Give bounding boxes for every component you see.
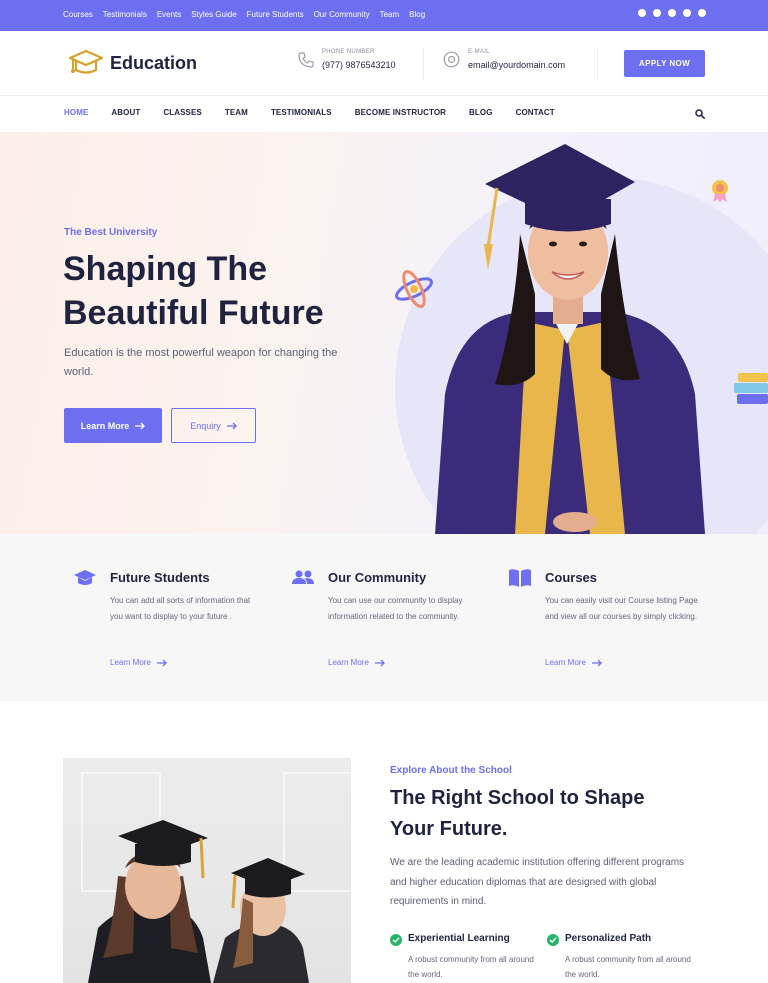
- feature-text: You can easily visit our Course listing …: [545, 596, 698, 621]
- features-section: Future Students You can add all sorts of…: [0, 534, 768, 701]
- search-icon[interactable]: [695, 109, 705, 119]
- about-point-title: Experiential Learning: [408, 933, 510, 944]
- feature-learn-more-link[interactable]: Learn More: [110, 658, 167, 667]
- header-divider: [597, 49, 598, 79]
- phone-icon: [298, 51, 314, 68]
- nav-item-testimonials[interactable]: TESTIMONIALS: [271, 108, 332, 117]
- nav-item-home[interactable]: HOME: [64, 108, 88, 117]
- enquiry-button[interactable]: Enquiry: [171, 408, 256, 443]
- feature-link-label: Learn More: [110, 658, 151, 667]
- top-link-events[interactable]: Events: [157, 10, 181, 19]
- users-icon: [292, 570, 314, 584]
- dribbble-icon[interactable]: [683, 9, 691, 17]
- badge-icon: [712, 180, 728, 203]
- graduation-cap-logo-icon: [68, 49, 104, 74]
- nav-item-team[interactable]: TEAM: [225, 108, 248, 117]
- nav-item-contact[interactable]: CONTACT: [516, 108, 555, 117]
- arrow-right-icon: [226, 422, 237, 429]
- feature-learn-more-link[interactable]: Learn More: [328, 658, 385, 667]
- instagram-icon[interactable]: [668, 9, 676, 17]
- facebook-icon[interactable]: [638, 9, 646, 17]
- nav-item-classes[interactable]: CLASSES: [163, 108, 202, 117]
- top-link-our-community[interactable]: Our Community: [314, 10, 370, 19]
- feature-text: You can use our community to display inf…: [328, 596, 463, 621]
- check-circle-icon: [390, 934, 402, 946]
- nav-item-about[interactable]: ABOUT: [111, 108, 140, 117]
- feature-link-label: Learn More: [328, 658, 369, 667]
- hero-title-line-1: Shaping The: [63, 250, 267, 288]
- hero-section: The Best University Shaping The Beautifu…: [0, 132, 768, 534]
- about-description: We are the leading academic institution …: [390, 857, 685, 907]
- graduation-cap-icon: [74, 570, 96, 585]
- graduates-illustration: [88, 820, 309, 983]
- feature-learn-more-link[interactable]: Learn More: [545, 658, 602, 667]
- email-label: E-MAIL: [468, 49, 490, 55]
- arrow-right-icon: [591, 659, 602, 666]
- twitter-icon[interactable]: [653, 9, 661, 17]
- apply-now-button[interactable]: APPLY NOW: [624, 50, 705, 77]
- hero-title: Shaping The Beautiful Future: [63, 247, 383, 335]
- main-nav: HOME ABOUT CLASSES TEAM TESTIMONIALS BEC…: [0, 96, 768, 132]
- phone-number[interactable]: (977) 9876543210: [322, 60, 396, 70]
- phone-contact: PHONE NUMBER (977) 9876543210: [298, 49, 396, 70]
- pinterest-icon[interactable]: [698, 9, 706, 17]
- nav-items: HOME ABOUT CLASSES TEAM TESTIMONIALS BEC…: [64, 108, 555, 117]
- check-circle-icon: [547, 934, 559, 946]
- top-link-courses[interactable]: Courses: [63, 10, 93, 19]
- feature-title: Future Students: [110, 570, 210, 585]
- about-students-photo: [63, 758, 351, 983]
- arrow-right-icon: [135, 422, 146, 429]
- learn-more-label: Learn More: [80, 420, 130, 431]
- nav-item-become-instructor[interactable]: BECOME INSTRUCTOR: [355, 108, 446, 117]
- books-icon: [734, 373, 768, 404]
- arrow-right-icon: [156, 659, 167, 666]
- hero-title-line-2: Beautiful Future: [63, 294, 324, 332]
- top-link-testimonials[interactable]: Testimonials: [103, 10, 147, 19]
- enquiry-label: Enquiry: [190, 420, 221, 431]
- brand-name: Education: [110, 52, 198, 73]
- phone-label: PHONE NUMBER: [322, 49, 375, 55]
- at-sign-icon: [443, 51, 460, 68]
- header-divider: [423, 49, 424, 79]
- logo[interactable]: Education: [68, 49, 197, 77]
- nav-item-blog[interactable]: BLOG: [469, 108, 493, 117]
- about-point-text: A robust community from all around the w…: [565, 955, 691, 979]
- top-link-blog[interactable]: Blog: [409, 10, 425, 19]
- learn-more-button[interactable]: Learn More: [64, 408, 162, 443]
- top-link-future-students[interactable]: Future Students: [247, 10, 304, 19]
- hero-eyebrow: The Best University: [64, 227, 158, 238]
- social-links: [638, 9, 706, 17]
- email-address[interactable]: email@yourdomain.com: [468, 60, 565, 70]
- about-point-text: A robust community from all around the w…: [408, 955, 534, 979]
- top-link-team[interactable]: Team: [380, 10, 400, 19]
- hero-description: Education is the most powerful weapon fo…: [64, 347, 338, 378]
- feature-link-label: Learn More: [545, 658, 586, 667]
- top-bar: Courses Testimonials Events Styles Guide…: [0, 0, 768, 31]
- email-contact: E-MAIL email@yourdomain.com: [443, 49, 565, 70]
- about-title: The Right School to Shape Your Future.: [390, 787, 645, 840]
- feature-title: Courses: [545, 570, 598, 585]
- feature-title: Our Community: [328, 570, 427, 585]
- site-header: Education PHONE NUMBER (977) 9876543210 …: [0, 31, 768, 96]
- about-eyebrow: Explore About the School: [390, 765, 512, 776]
- arrow-right-icon: [374, 659, 385, 666]
- about-point-title: Personalized Path: [565, 933, 652, 944]
- book-icon: [509, 569, 531, 587]
- feature-text: You can add all sorts of information tha…: [110, 596, 251, 621]
- top-links: Courses Testimonials Events Styles Guide…: [63, 10, 425, 19]
- graduate-student-photo: [435, 144, 705, 534]
- top-link-styles-guide[interactable]: Styles Guide: [191, 10, 236, 19]
